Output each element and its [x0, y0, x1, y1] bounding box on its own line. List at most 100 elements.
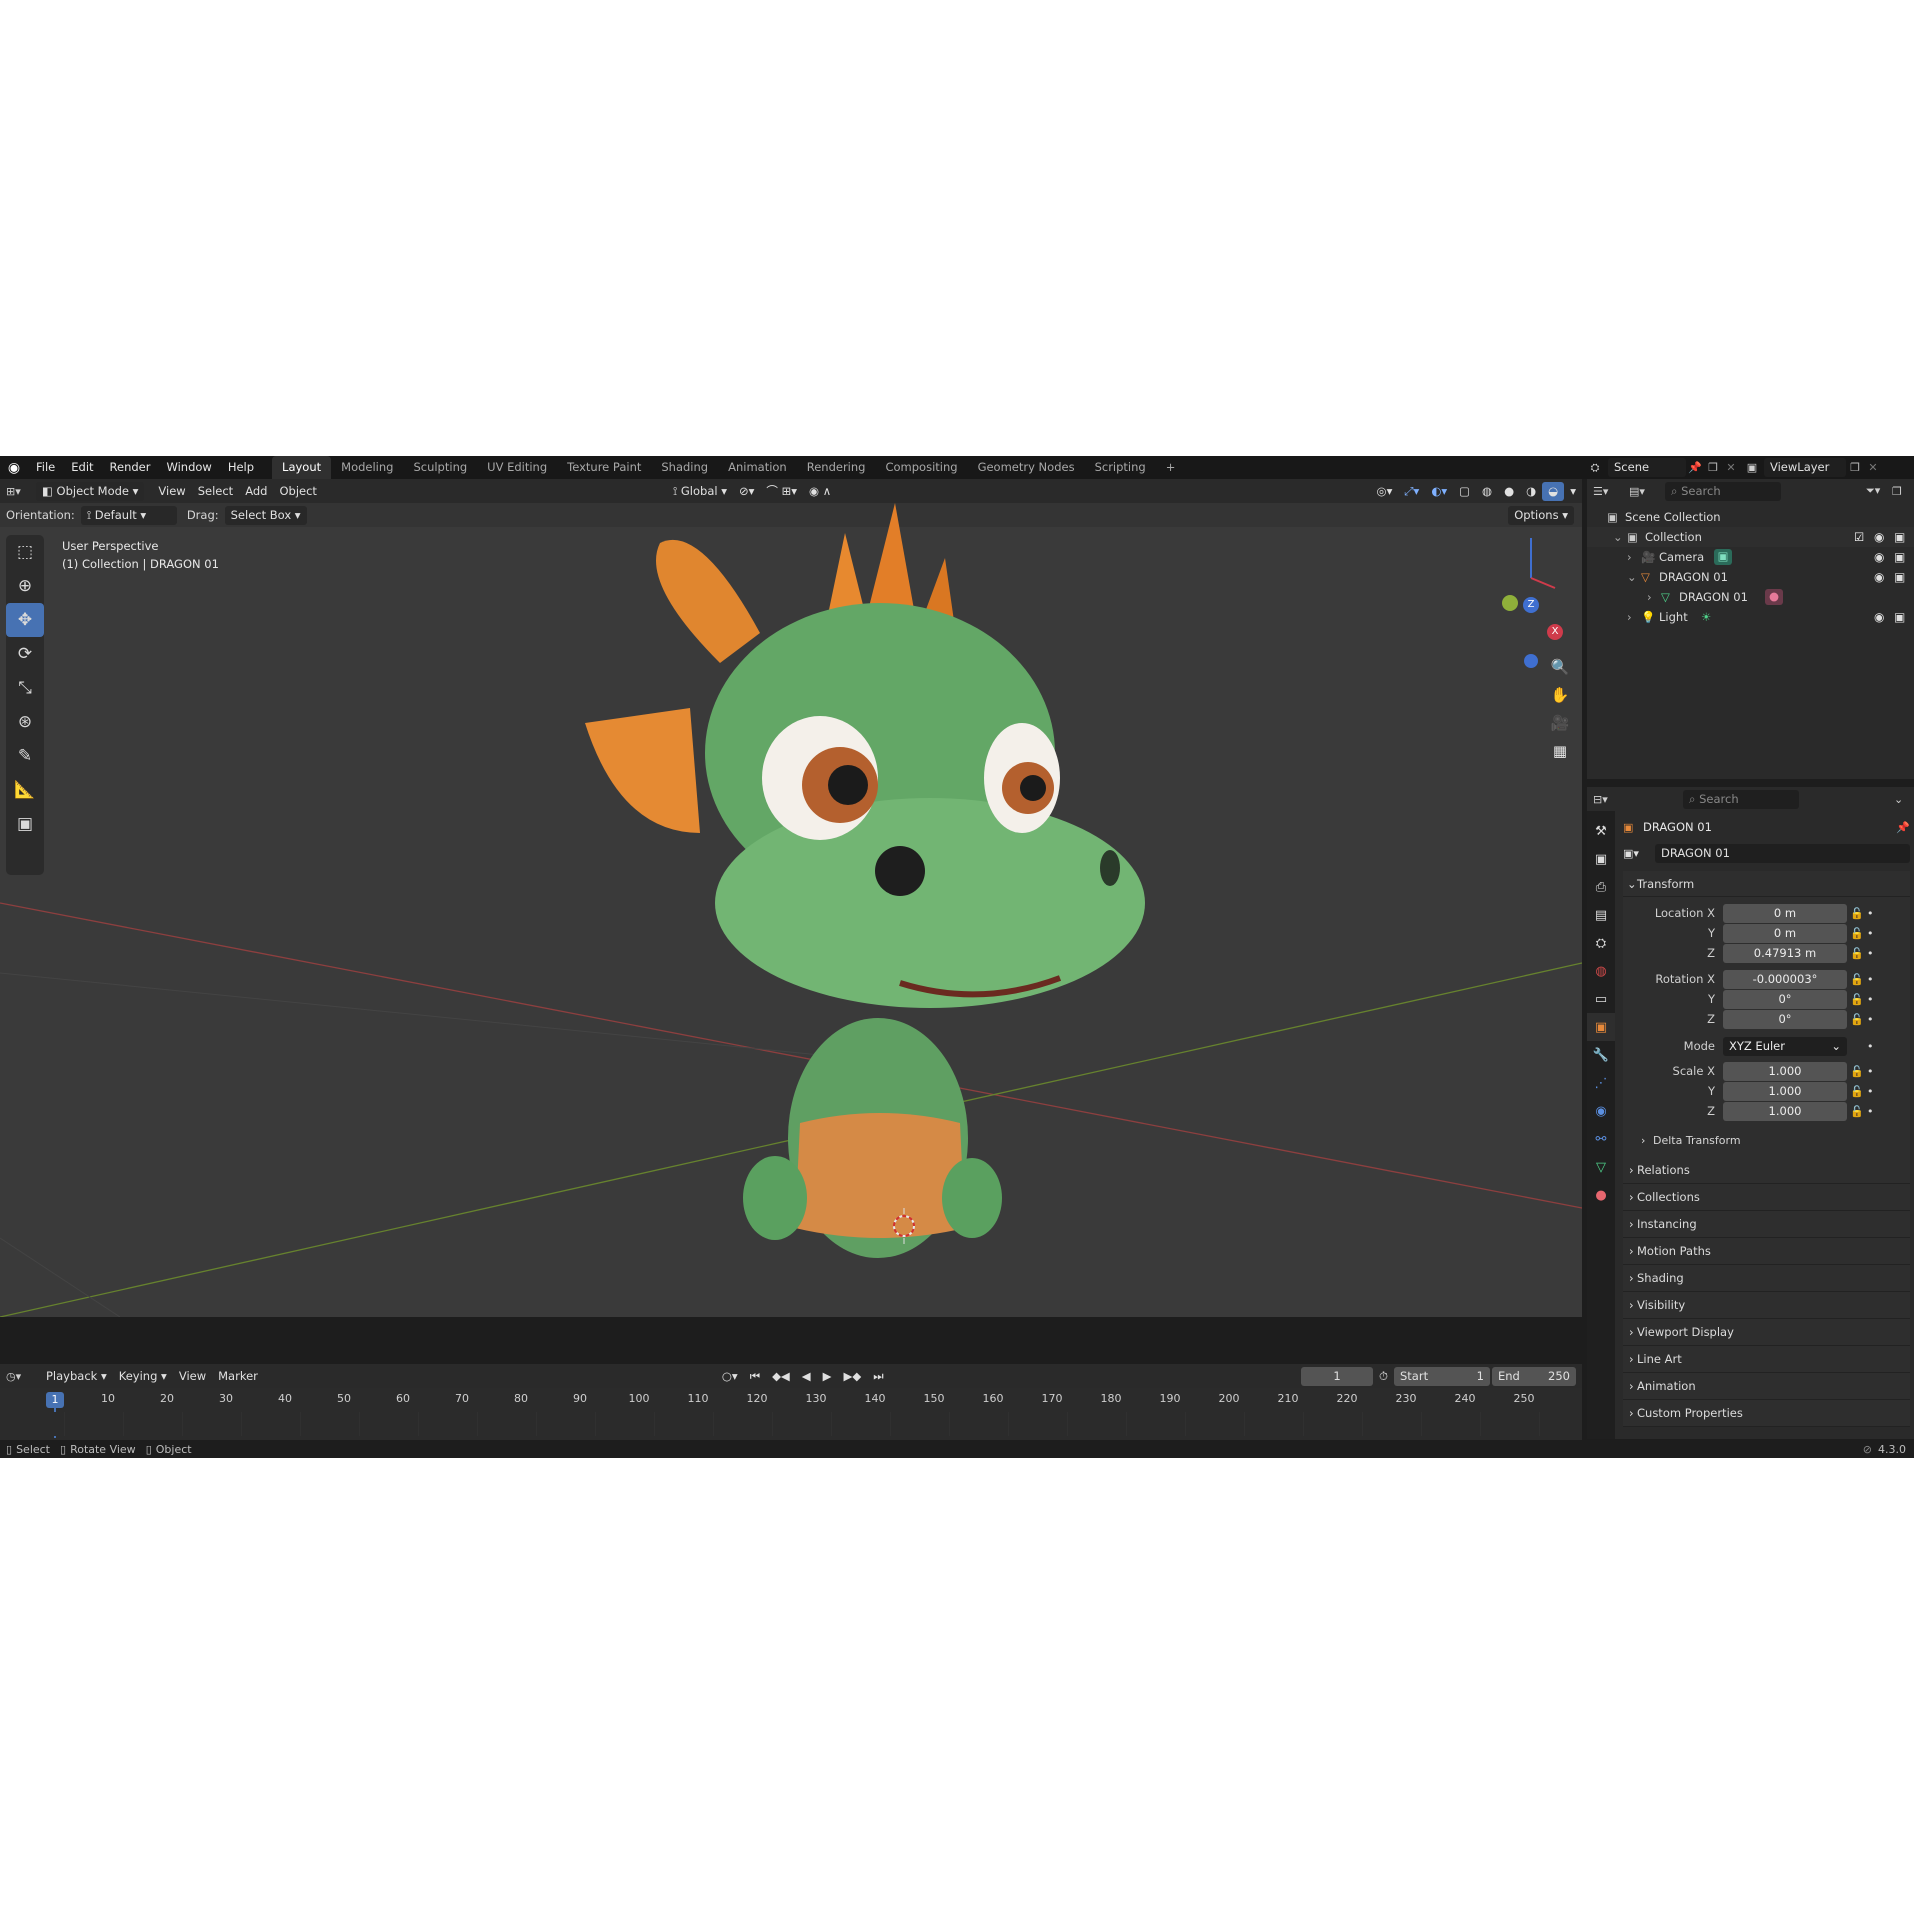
modifier-tab-icon[interactable]: 🔧 — [1587, 1041, 1615, 1069]
delta-transform-subpanel[interactable]: › Delta Transform — [1623, 1127, 1910, 1153]
timeline-view-menu[interactable]: View — [173, 1367, 212, 1386]
auto-key-icon[interactable]: ○▾ — [716, 1367, 744, 1386]
wireframe-shading-icon[interactable]: ◍ — [1476, 482, 1498, 501]
end-frame-field[interactable]: End 250 — [1492, 1366, 1576, 1386]
object-type-icon[interactable]: ▣▾ — [1623, 847, 1655, 860]
tab-uv-editing[interactable]: UV Editing — [477, 456, 557, 479]
xray-icon[interactable]: ▢ — [1453, 482, 1476, 501]
rotation-mode-dropdown[interactable]: XYZ Euler ⌄ — [1723, 1036, 1847, 1056]
eye-icon[interactable]: ◉ — [1874, 530, 1894, 544]
view-menu[interactable]: View — [152, 482, 191, 501]
output-tab-icon[interactable]: ⎙ — [1587, 873, 1615, 901]
playback-menu[interactable]: Playback ▾ — [40, 1367, 113, 1386]
rotation-x-field[interactable]: -0.000003° — [1723, 969, 1847, 989]
location-z-field[interactable]: 0.47913 m — [1723, 943, 1847, 963]
tab-compositing[interactable]: Compositing — [875, 456, 967, 479]
world-tab-icon[interactable]: ◍ — [1587, 957, 1615, 985]
panel-instancing[interactable]: › Instancing — [1623, 1211, 1910, 1238]
blender-logo-icon[interactable]: ◉ — [0, 460, 28, 476]
transform-orientation-dropdown[interactable]: ⟟ Global ▾ — [667, 482, 733, 501]
constraints-tab-icon[interactable]: ⚯ — [1587, 1125, 1615, 1153]
measure-tool-icon[interactable]: 📐 — [6, 773, 44, 807]
jump-start-icon[interactable]: ⏮ — [744, 1367, 766, 1386]
keyframe-dot-icon[interactable]: • — [1867, 927, 1879, 940]
chevron-right-icon[interactable]: › — [1627, 610, 1641, 624]
lock-icon[interactable]: 🔓 — [1847, 1013, 1867, 1026]
menu-help[interactable]: Help — [220, 456, 262, 479]
gizmo-z-label-badge[interactable]: Z — [1523, 597, 1539, 613]
next-keyframe-icon[interactable]: ▶◆ — [837, 1367, 867, 1386]
properties-search-input[interactable]: ⌕ Search — [1683, 789, 1799, 809]
eye-icon[interactable]: ◉ — [1874, 570, 1894, 584]
outliner-row-dragon[interactable]: ⌄ ▽ DRAGON 01 ◉ ▣ — [1587, 567, 1914, 587]
tab-modeling[interactable]: Modeling — [331, 456, 403, 479]
tab-scripting[interactable]: Scripting — [1085, 456, 1156, 479]
lock-icon[interactable]: 🔓 — [1847, 927, 1867, 940]
physics-tab-icon[interactable]: ◉ — [1587, 1097, 1615, 1125]
new-viewlayer-icon[interactable]: ❐ — [1846, 461, 1864, 474]
eye-icon[interactable]: ◉ — [1874, 550, 1894, 564]
lock-icon[interactable]: 🔓 — [1847, 1085, 1867, 1098]
chevron-down-icon[interactable]: ⌄ — [1627, 570, 1641, 584]
filter-icon[interactable]: ⏷▾ — [1866, 484, 1892, 498]
current-frame-field[interactable]: 1 — [1301, 1366, 1374, 1386]
tab-sculpting[interactable]: Sculpting — [403, 456, 477, 479]
timeline-track[interactable] — [6, 1412, 1572, 1436]
delete-scene-icon[interactable]: ✕ — [1722, 461, 1740, 474]
marker-menu[interactable]: Marker — [212, 1367, 264, 1386]
visibility-icon[interactable]: ◎▾ — [1371, 482, 1399, 501]
gizmo-x-label-badge[interactable]: X — [1547, 624, 1563, 640]
add-cube-tool-icon[interactable]: ▣ — [6, 807, 44, 841]
object-mode-dropdown[interactable]: ◧ Object Mode ▾ — [36, 481, 145, 501]
annotate-tool-icon[interactable]: ✎ — [6, 739, 44, 773]
tab-layout[interactable]: Layout — [272, 456, 332, 479]
chevron-right-icon[interactable]: › — [1627, 550, 1641, 564]
outliner-row-light[interactable]: › 💡 Light ☀ ◉ ▣ — [1587, 607, 1914, 627]
panel-custom-properties[interactable]: › Custom Properties — [1623, 1400, 1910, 1427]
add-workspace-button[interactable]: + — [1156, 456, 1186, 479]
camera-render-icon[interactable]: ▣ — [1894, 530, 1914, 544]
menu-window[interactable]: Window — [158, 456, 219, 479]
new-scene-icon[interactable]: ❐ — [1704, 461, 1722, 474]
keyframe-dot-icon[interactable]: • — [1867, 907, 1879, 920]
tab-texture-paint[interactable]: Texture Paint — [557, 456, 651, 479]
editor-type-icon[interactable]: ⊞▾ — [6, 485, 36, 498]
panel-relations[interactable]: › Relations — [1623, 1157, 1910, 1184]
play-icon[interactable]: ▶ — [817, 1367, 838, 1386]
3d-viewport[interactable]: Orientation: ⟟ Default ▾ Drag: Select Bo… — [0, 503, 1582, 1317]
select-menu[interactable]: Select — [192, 482, 239, 501]
render-tab-icon[interactable]: ▣ — [1587, 845, 1615, 873]
menu-edit[interactable]: Edit — [63, 456, 101, 479]
solid-shading-icon[interactable]: ● — [1498, 482, 1520, 501]
keyframe-dot-icon[interactable]: • — [1867, 947, 1879, 960]
keyframe-dot-icon[interactable]: • — [1867, 1085, 1879, 1098]
pin-icon[interactable]: 📌 — [1686, 461, 1704, 474]
lock-icon[interactable]: 🔓 — [1847, 993, 1867, 1006]
tool-tab-icon[interactable]: ⚒ — [1587, 817, 1615, 845]
eye-icon[interactable]: ◉ — [1874, 610, 1894, 624]
keyframe-dot-icon[interactable]: • — [1867, 1065, 1879, 1078]
lock-icon[interactable]: 🔓 — [1847, 907, 1867, 920]
menu-render[interactable]: Render — [102, 456, 159, 479]
add-menu[interactable]: Add — [239, 482, 273, 501]
scale-tool-icon[interactable]: ⤡ — [6, 671, 44, 705]
chevron-down-icon[interactable]: ⌄ — [1613, 530, 1627, 544]
proportional-edit-icon[interactable]: ◉ ∧ — [803, 482, 837, 501]
camera-render-icon[interactable]: ▣ — [1894, 570, 1914, 584]
timeline-editor-type-icon[interactable]: ◷▾ — [6, 1370, 40, 1383]
scene-selector[interactable]: Scene — [1608, 458, 1686, 477]
object-tab-icon[interactable]: ▣ — [1587, 1013, 1615, 1041]
tab-rendering[interactable]: Rendering — [797, 456, 876, 479]
collection-tab-icon[interactable]: ▭ — [1587, 985, 1615, 1013]
transform-tool-icon[interactable]: ⊛ — [6, 705, 44, 739]
lock-icon[interactable]: 🔓 — [1847, 1065, 1867, 1078]
tab-shading[interactable]: Shading — [651, 456, 718, 479]
gizmo-toggle-icon[interactable]: ⤢▾ — [1398, 482, 1425, 501]
tab-animation[interactable]: Animation — [718, 456, 797, 479]
view-layer-tab-icon[interactable]: ▤ — [1587, 901, 1615, 929]
keyframe-dot-icon[interactable]: • — [1867, 1040, 1879, 1053]
chevron-right-icon[interactable]: › — [1647, 590, 1661, 604]
material-shading-icon[interactable]: ◑ — [1520, 482, 1542, 501]
data-tab-icon[interactable]: ▽ — [1587, 1153, 1615, 1181]
scale-x-field[interactable]: 1.000 — [1723, 1061, 1847, 1081]
